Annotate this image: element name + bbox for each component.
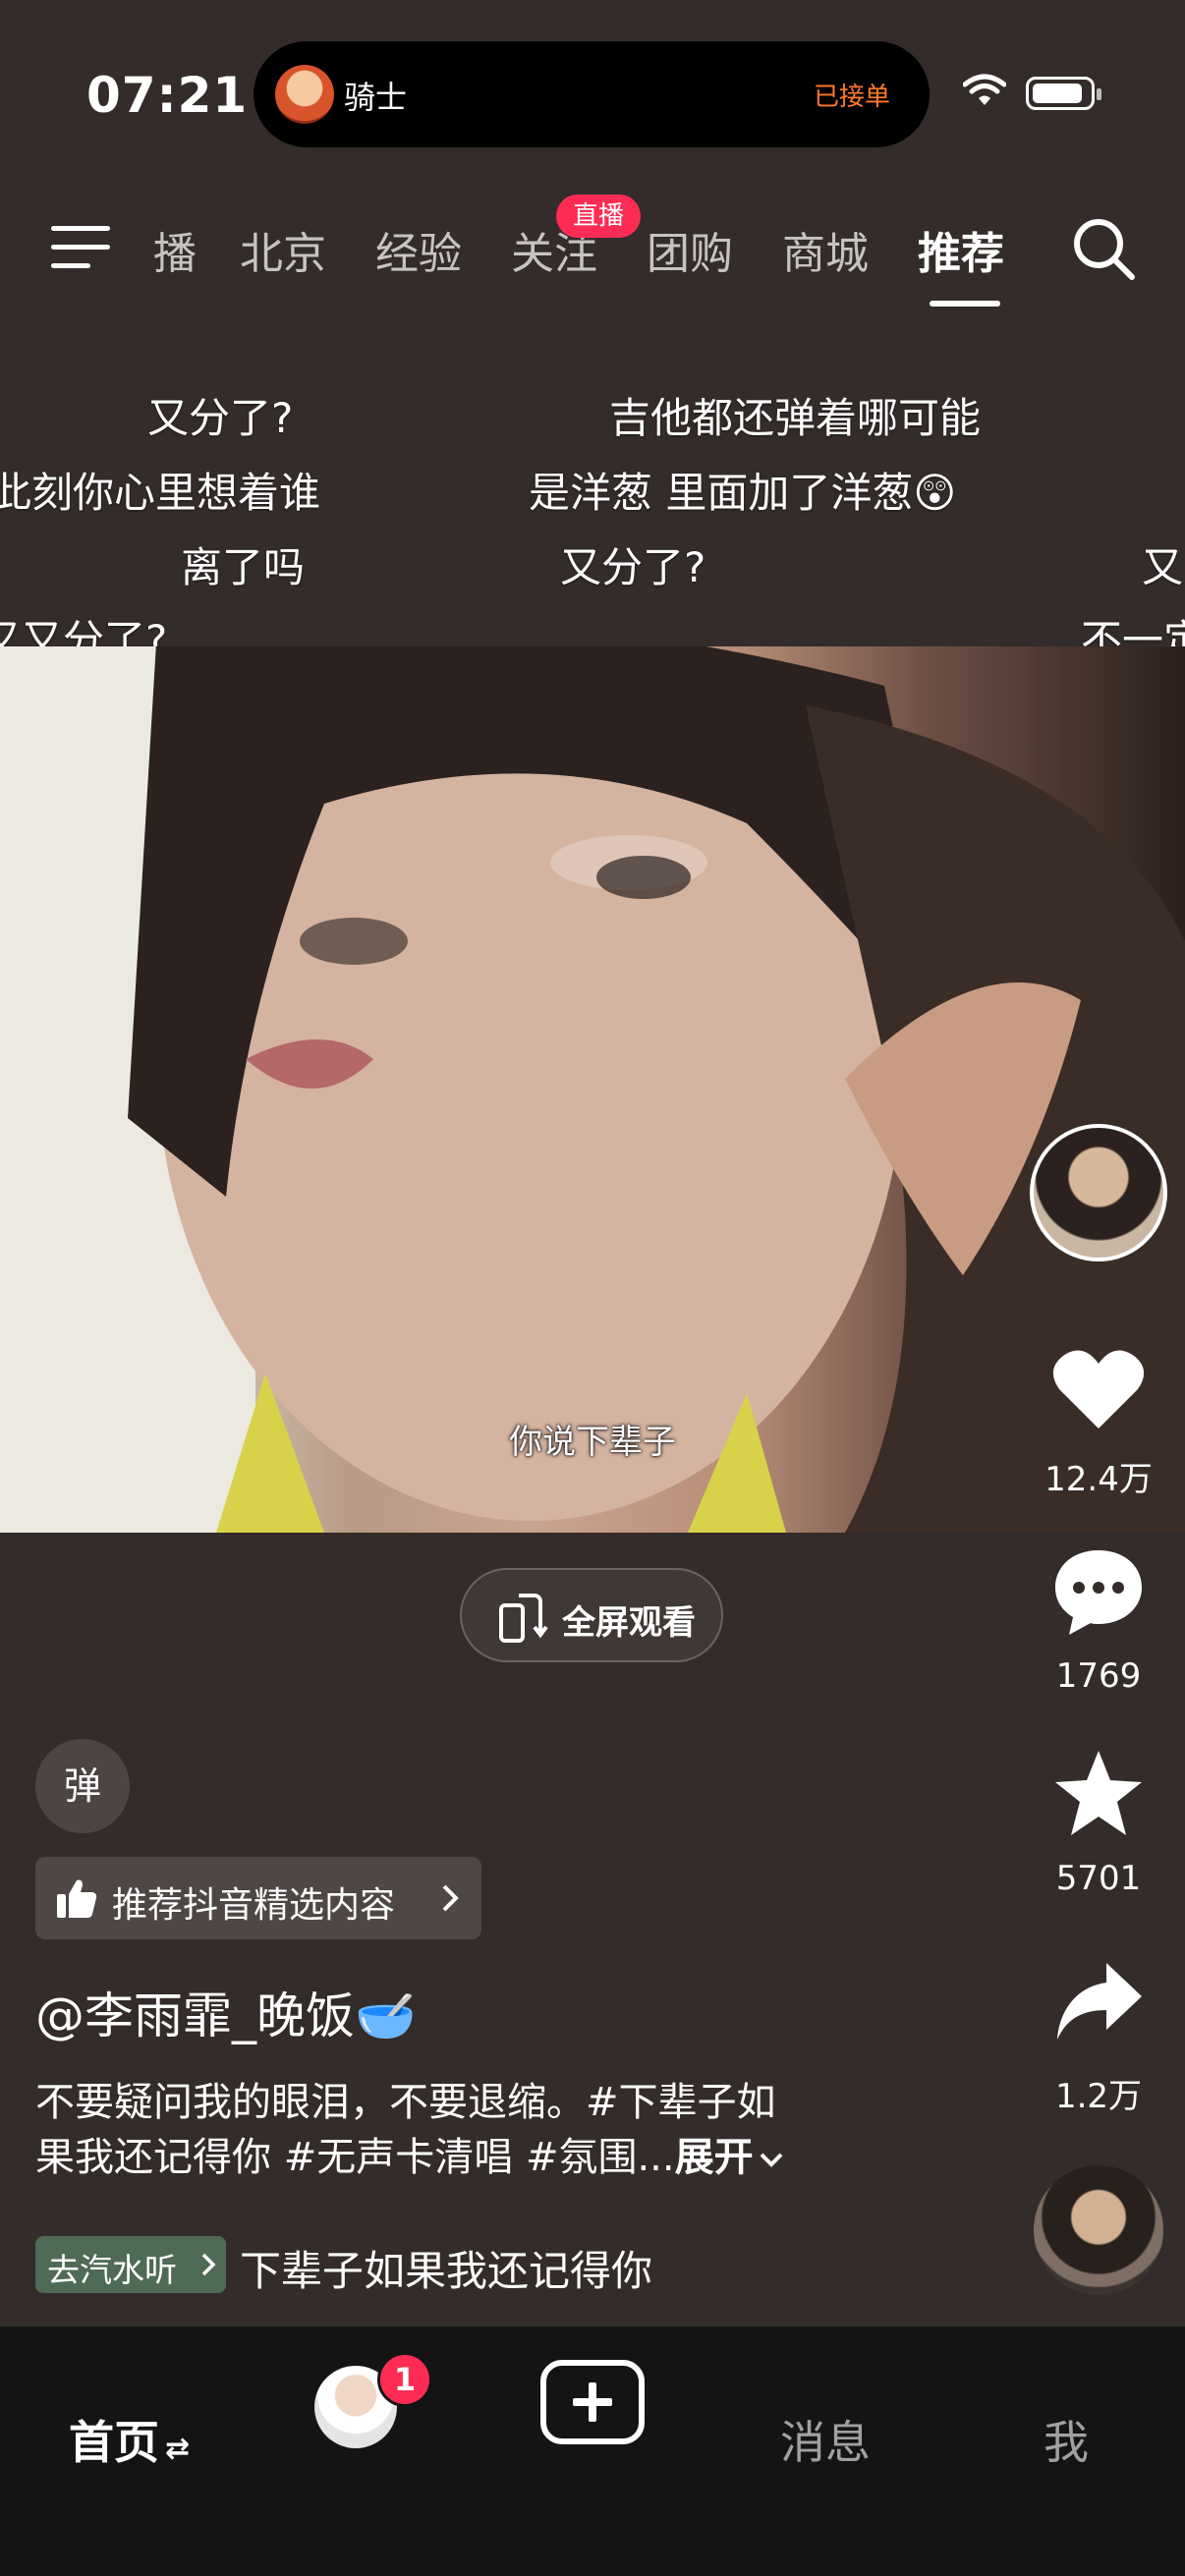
menu-icon[interactable]: [51, 224, 110, 271]
live-badge: 直播: [556, 195, 641, 238]
tab-group-buy[interactable]: 团购: [647, 218, 733, 281]
description-line-2-container: 果我还记得你 #无声卡清唱 #氛围...展开: [35, 2130, 880, 2185]
author-name[interactable]: @李雨霏_晚饭🥣: [35, 1977, 416, 2047]
open-in-qishui-label: 去汽水听: [47, 2251, 177, 2289]
open-in-qishui-chip[interactable]: 去汽水听: [35, 2236, 226, 2293]
expand-button[interactable]: 展开: [675, 2135, 754, 2180]
favorite-icon[interactable]: [1051, 1749, 1146, 1839]
video-player[interactable]: [0, 646, 1185, 1533]
danmaku-comment: 又分了?: [560, 543, 706, 591]
tab-experience[interactable]: 经验: [375, 218, 462, 281]
island-title: 骑士: [344, 79, 408, 116]
bottom-nav: 首页 ⇄ 1 消息 我: [0, 2326, 1185, 2576]
fullscreen-button[interactable]: 全屏观看: [460, 1568, 723, 1662]
thumbs-up-icon: [57, 1879, 97, 1918]
description-line-2: 果我还记得你 #无声卡清唱 #氛围...: [35, 2135, 675, 2180]
rotate-screen-icon: [499, 1594, 548, 1643]
danmaku-comment: 吉他都还弹着哪可能: [609, 394, 982, 442]
video-subtitle: 你说下辈子: [509, 1423, 676, 1462]
active-tab-indicator: [930, 301, 1000, 307]
island-status: 已接单: [813, 83, 890, 112]
tab-recommend[interactable]: 推荐: [918, 218, 1004, 281]
plus-icon: [573, 2382, 612, 2422]
status-time: 07:21: [86, 67, 249, 124]
notification-badge: 1: [377, 2352, 432, 2407]
recommend-chip[interactable]: 推荐抖音精选内容: [35, 1857, 481, 1939]
comment-icon[interactable]: [1051, 1546, 1146, 1637]
search-icon[interactable]: [1069, 214, 1138, 283]
favorite-count: 5701: [1055, 1859, 1142, 1898]
nav-messages[interactable]: 消息: [780, 2407, 871, 2472]
create-button[interactable]: [540, 2360, 645, 2444]
chevron-right-icon: [201, 2253, 216, 2276]
nav-home-label: 首页: [69, 2416, 159, 2469]
music-disc[interactable]: [1034, 2165, 1163, 2295]
wifi-icon: [963, 74, 1006, 105]
comment-count: 1769: [1055, 1656, 1142, 1696]
like-icon[interactable]: [1051, 1346, 1146, 1432]
danmaku-comment: 又: [1142, 543, 1184, 591]
creator-avatar[interactable]: [1030, 1124, 1167, 1261]
description-line-1: 不要疑问我的眼泪，不要退缩。#下辈子如: [35, 2080, 776, 2125]
tab-mall[interactable]: 商城: [782, 218, 869, 281]
share-count: 1.2万: [1054, 2077, 1143, 2116]
battery-icon: [1026, 77, 1101, 110]
recommend-label: 推荐抖音精选内容: [112, 1885, 396, 1926]
danmaku-comment: 此刻你心里想着谁: [0, 469, 321, 517]
like-count: 12.4万: [1044, 1460, 1153, 1499]
chevron-right-icon: [442, 1884, 459, 1912]
tab-bo[interactable]: 播: [153, 218, 197, 281]
danmaku-comment: 又分了?: [147, 394, 294, 442]
music-title[interactable]: 下辈子如果我还记得你: [240, 2238, 652, 2298]
video-frame: [0, 646, 1185, 1533]
danmaku-comment: 离了吗: [181, 543, 306, 591]
fullscreen-label: 全屏观看: [562, 1603, 696, 1643]
chevron-down-icon: [760, 2153, 783, 2167]
nav-home[interactable]: 首页 ⇄: [69, 2407, 190, 2472]
video-description: 不要疑问我的眼泪，不要退缩。#下辈子如 果我还记得你 #无声卡清唱 #氛围...…: [35, 2075, 880, 2185]
rider-avatar: [275, 65, 334, 124]
tab-beijing[interactable]: 北京: [240, 218, 326, 281]
nav-me[interactable]: 我: [1044, 2407, 1089, 2472]
share-icon[interactable]: [1053, 1959, 1146, 2044]
danmaku-toggle-button[interactable]: 弹: [35, 1739, 130, 1833]
switch-arrows-icon: ⇄: [165, 2432, 191, 2466]
dynamic-island[interactable]: 骑士 已接单: [254, 41, 930, 147]
danmaku-comment: 是洋葱 里面加了洋葱😲: [529, 469, 957, 517]
